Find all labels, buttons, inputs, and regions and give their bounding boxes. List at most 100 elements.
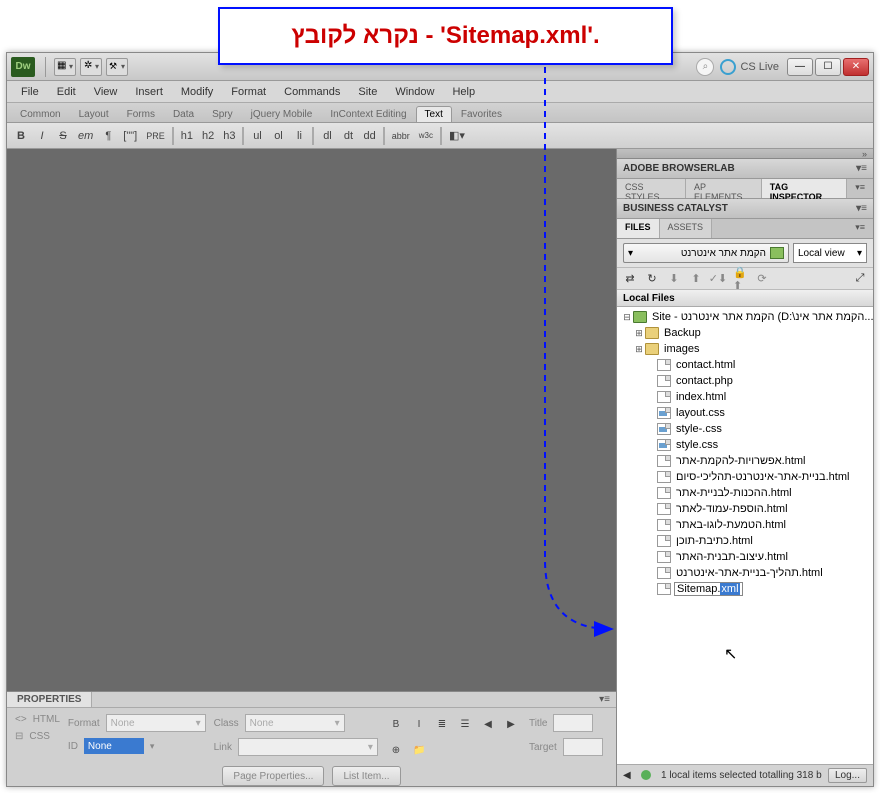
prop-outdent[interactable]: ◀ [478, 714, 498, 734]
menu-modify[interactable]: Modify [173, 84, 221, 100]
pre-button[interactable]: PRE [142, 126, 169, 146]
view-select[interactable]: Local view▾ [793, 243, 867, 263]
tab-files[interactable]: FILES [617, 219, 660, 238]
put-icon[interactable]: ⬆ [689, 272, 703, 286]
file-tree[interactable]: ⊟Site - הקמת אתר אינטרנט (D:\הקמת אתר אי… [617, 307, 873, 764]
sync-icon[interactable]: ⟳ [755, 272, 769, 286]
tab-tag-inspector[interactable]: TAG INSPECTOR [762, 179, 847, 198]
browserlab-header[interactable]: ADOBE BROWSERLAB▾≡ [617, 159, 873, 179]
mode-html[interactable]: HTML [33, 714, 60, 725]
panel-collapse-strip[interactable] [617, 149, 873, 159]
tree-file-editing[interactable]: Sitemap.xml [617, 581, 873, 597]
log-button[interactable]: Log... [828, 768, 867, 783]
h2-button[interactable]: h2 [198, 126, 218, 146]
ul-button[interactable]: ul [247, 126, 267, 146]
menu-insert[interactable]: Insert [127, 84, 171, 100]
panel-collapse-icon[interactable]: ▾≡ [593, 694, 616, 705]
tab-data[interactable]: Data [164, 106, 203, 122]
tree-file[interactable]: הטמעת-לוגו-באתר.html [617, 517, 873, 533]
h1-button[interactable]: h1 [177, 126, 197, 146]
abbr-button[interactable]: abbr [388, 126, 414, 146]
menu-help[interactable]: Help [444, 84, 483, 100]
tree-file[interactable]: style-.css [617, 421, 873, 437]
menu-format[interactable]: Format [223, 84, 274, 100]
tree-file[interactable]: אפשרויות-להקמת-אתר.html [617, 453, 873, 469]
rename-input[interactable]: Sitemap.xml [674, 582, 743, 596]
checkin-icon[interactable]: 🔒⬆ [733, 272, 747, 286]
minimize-button[interactable]: — [787, 58, 813, 76]
class-select[interactable]: None▾ [245, 714, 345, 732]
close-button[interactable]: ✕ [843, 58, 869, 76]
ol-button[interactable]: ol [268, 126, 288, 146]
page-properties-button[interactable]: Page Properties... [222, 766, 324, 786]
get-icon[interactable]: ⬇ [667, 272, 681, 286]
menu-file[interactable]: File [13, 84, 47, 100]
bold-button[interactable]: B [11, 126, 31, 146]
w3c-button[interactable]: w3c [415, 126, 437, 146]
dt-button[interactable]: dt [338, 126, 358, 146]
italic-button[interactable]: I [32, 126, 52, 146]
tab-ap-elements[interactable]: AP ELEMENTS [686, 179, 762, 198]
tab-spry[interactable]: Spry [203, 106, 242, 122]
li-button[interactable]: li [289, 126, 309, 146]
scroll-left-icon[interactable]: ◀ [623, 770, 635, 781]
tab-favorites[interactable]: Favorites [452, 106, 511, 122]
prop-indent[interactable]: ▶ [501, 714, 521, 734]
format-select[interactable]: None▾ [106, 714, 206, 732]
tab-css-styles[interactable]: CSS STYLES [617, 179, 686, 198]
tab-jquery[interactable]: jQuery Mobile [242, 106, 322, 122]
tab-text[interactable]: Text [416, 106, 452, 122]
link-browse-icon[interactable]: ⊕ [386, 740, 406, 760]
connect-icon[interactable]: ⇄ [623, 272, 637, 286]
settings-picker[interactable] [80, 58, 102, 76]
para-button[interactable]: ¶ [98, 126, 118, 146]
strike-button[interactable]: S [53, 126, 73, 146]
tab-forms[interactable]: Forms [118, 106, 164, 122]
dl-button[interactable]: dl [317, 126, 337, 146]
tree-file[interactable]: contact.html [617, 357, 873, 373]
tree-file[interactable]: layout.css [617, 405, 873, 421]
files-panel-menu-icon[interactable]: ▾≡ [847, 219, 873, 238]
tab-layout[interactable]: Layout [70, 106, 118, 122]
tree-file[interactable]: כתיבת-תוכן.html [617, 533, 873, 549]
menu-window[interactable]: Window [387, 84, 442, 100]
em-button[interactable]: em [74, 126, 97, 146]
tab-common[interactable]: Common [11, 106, 70, 122]
prop-ul[interactable]: ≣ [432, 714, 452, 734]
prop-italic[interactable]: I [409, 714, 429, 734]
refresh-icon[interactable]: ↻ [645, 272, 659, 286]
link-field[interactable]: ▾ [238, 738, 378, 756]
tree-file[interactable]: הוספת-עמוד-לאתר.html [617, 501, 873, 517]
checkout-icon[interactable]: ✓⬇ [711, 272, 725, 286]
tab-assets[interactable]: ASSETS [660, 219, 713, 238]
cslive-button[interactable]: CS Live [720, 59, 779, 75]
tree-folder[interactable]: ⊞Backup [617, 325, 873, 341]
tree-file[interactable]: contact.php [617, 373, 873, 389]
mode-css[interactable]: CSS [29, 731, 50, 742]
layout-picker[interactable] [54, 58, 76, 76]
tree-folder[interactable]: ⊞images [617, 341, 873, 357]
tree-root[interactable]: ⊟Site - הקמת אתר אינטרנט (D:\הקמת אתר אי… [617, 309, 873, 325]
menu-site[interactable]: Site [350, 84, 385, 100]
prop-bold[interactable]: B [386, 714, 406, 734]
link-folder-icon[interactable]: 📁 [409, 740, 429, 760]
chars-button[interactable]: ◧▾ [445, 126, 469, 146]
target-field[interactable] [563, 738, 603, 756]
blockquote-button[interactable]: [""] [119, 126, 141, 146]
tree-file[interactable]: ההכנות-לבניית-אתר.html [617, 485, 873, 501]
tree-file[interactable]: index.html [617, 389, 873, 405]
site-select[interactable]: הקמת אתר אינטרנט▾ [623, 243, 789, 263]
maximize-button[interactable]: ☐ [815, 58, 841, 76]
panel-menu-icon[interactable]: ▾≡ [847, 179, 873, 198]
menu-view[interactable]: View [86, 84, 126, 100]
expand-icon[interactable]: ⤢ [853, 272, 867, 286]
h3-button[interactable]: h3 [219, 126, 239, 146]
tree-file[interactable]: בניית-אתר-אינטרנט-תהליכי-סיום.html [617, 469, 873, 485]
tab-incontext[interactable]: InContext Editing [321, 106, 415, 122]
menu-edit[interactable]: Edit [49, 84, 84, 100]
search-icon[interactable]: ⌕ [696, 58, 714, 76]
tree-file[interactable]: style.css [617, 437, 873, 453]
id-field[interactable]: None [84, 738, 144, 754]
list-item-button[interactable]: List Item... [332, 766, 400, 786]
dd-button[interactable]: dd [359, 126, 379, 146]
